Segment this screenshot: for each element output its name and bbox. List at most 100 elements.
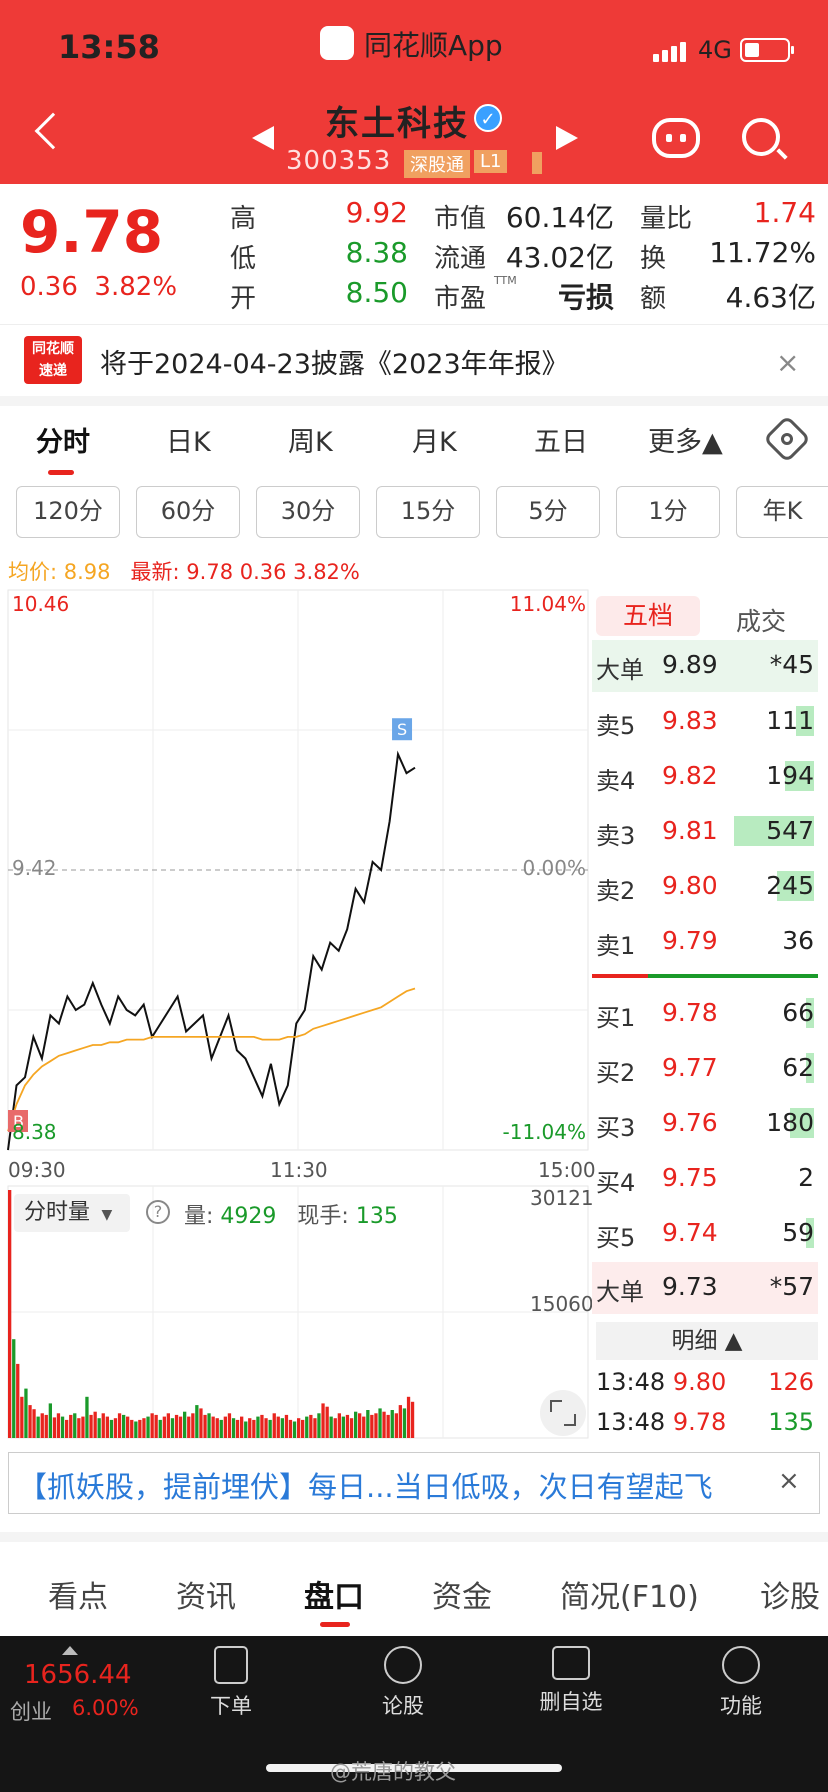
bid-row[interactable]: 买4 9.75 2 xyxy=(592,1153,818,1205)
volume-bar xyxy=(374,1413,378,1438)
tab-more[interactable]: 更多▲ xyxy=(648,420,723,459)
period-30m[interactable]: 30分 xyxy=(256,486,360,538)
quote-value-volratio: 1.74 xyxy=(753,196,816,229)
quote-label-amount: 额 xyxy=(640,284,667,314)
quote-label-pe: 市盈 xyxy=(434,284,487,314)
hand-label: 现手: xyxy=(297,1204,349,1229)
bid-row[interactable]: 买1 9.78 66 xyxy=(592,988,818,1040)
volume-bar xyxy=(89,1414,93,1438)
tab-active-indicator xyxy=(48,470,74,475)
volume-bar xyxy=(358,1413,362,1438)
ask-row[interactable]: 卖5 9.83 111 xyxy=(592,696,818,748)
volume-bar xyxy=(284,1414,289,1438)
volume-bar xyxy=(203,1414,207,1438)
nav-discuss[interactable]: 论股 xyxy=(348,1646,458,1720)
volume-bar xyxy=(244,1421,248,1438)
intraday-chart[interactable]: BS xyxy=(0,588,590,1188)
ask-row[interactable]: 卖4 9.82 194 xyxy=(592,751,818,803)
divider xyxy=(0,396,828,406)
level-tag: L1 xyxy=(474,150,508,173)
tab-news[interactable]: 资讯 xyxy=(176,1572,236,1616)
period-5m[interactable]: 5分 xyxy=(496,486,600,538)
quote-value-open: 8.50 xyxy=(345,276,408,309)
tab-profile[interactable]: 简况(F10) xyxy=(560,1572,699,1616)
trade-qty: 135 xyxy=(768,1408,814,1436)
tab-daily-k[interactable]: 日K xyxy=(166,420,211,459)
trade-price: 9.80 xyxy=(672,1368,727,1396)
volume-bar xyxy=(292,1421,297,1438)
volume-bar xyxy=(297,1418,301,1438)
tab-order-book[interactable]: 五档 xyxy=(596,596,700,636)
ask-row[interactable]: 卖3 9.81 547 xyxy=(592,806,818,858)
period-1m[interactable]: 1分 xyxy=(616,486,720,538)
robot-assistant-icon[interactable] xyxy=(652,118,700,158)
promo-text[interactable]: 【抓妖股，提前埋伏】每日...当日低吸，次日有望起飞 xyxy=(18,1464,713,1506)
bid-row[interactable]: 买5 9.74 59 xyxy=(592,1208,818,1260)
tab-market-depth[interactable]: 盘口 xyxy=(304,1572,364,1616)
volume-bar xyxy=(73,1413,77,1438)
nav-remove-watchlist[interactable]: 删自选 xyxy=(516,1646,626,1716)
volume-bar xyxy=(105,1416,109,1438)
price-summary: 均价: 8.98 最新: 9.78 0.36 3.82% xyxy=(8,556,360,586)
tab-diagnosis[interactable]: 诊股 xyxy=(760,1572,820,1616)
period-year-k[interactable]: 年K xyxy=(736,486,828,538)
big-buy-price: 9.73 xyxy=(662,1272,718,1301)
promo-close-icon[interactable]: × xyxy=(778,1466,800,1496)
quote-value-turnover: 11.72% xyxy=(709,236,816,269)
nav-label: 下单 xyxy=(210,1694,252,1718)
volume-bar xyxy=(97,1418,101,1438)
settings-icon[interactable] xyxy=(762,414,812,464)
volume-bar xyxy=(77,1418,81,1438)
tab-weekly-k[interactable]: 周K xyxy=(288,420,333,459)
signal-icon xyxy=(653,42,689,62)
bid-qty: 66 xyxy=(782,998,814,1027)
volume-bar xyxy=(227,1413,232,1438)
bid-price: 9.78 xyxy=(662,998,718,1027)
prev-stock-icon[interactable] xyxy=(252,126,274,150)
tab-intraday[interactable]: 分时 xyxy=(36,420,90,459)
volume-bar xyxy=(32,1409,36,1438)
battery-icon xyxy=(740,38,794,62)
stock-name: 东土科技 xyxy=(325,104,469,144)
tab-five-day[interactable]: 五日 xyxy=(534,420,588,459)
notice-close-icon[interactable]: × xyxy=(776,346,799,379)
volume-bar xyxy=(211,1416,215,1438)
nav-label: 功能 xyxy=(720,1694,762,1718)
period-120m[interactable]: 120分 xyxy=(16,486,120,538)
volume-bar xyxy=(402,1408,407,1438)
latest-price-label: 最新: 9.78 0.36 3.82% xyxy=(130,560,360,584)
volume-selector[interactable]: 分时量 ▼ xyxy=(14,1194,130,1232)
notice-text[interactable]: 将于2024-04-23披露《2023年年报》 xyxy=(100,342,569,381)
nav-label: 论股 xyxy=(382,1694,424,1718)
period-60m[interactable]: 60分 xyxy=(136,486,240,538)
tab-trades[interactable]: 成交 xyxy=(736,602,786,638)
big-buy-label: 大单 xyxy=(596,1278,644,1306)
bid-row[interactable]: 买3 9.76 180 xyxy=(592,1098,818,1150)
nav-functions[interactable]: 功能 xyxy=(686,1646,796,1720)
nav-place-order[interactable]: 下单 xyxy=(176,1646,286,1720)
search-icon[interactable] xyxy=(742,118,780,156)
period-15m[interactable]: 15分 xyxy=(376,486,480,538)
volume-readout: 量: 4929 现手: 135 xyxy=(184,1198,398,1230)
volume-bar xyxy=(48,1403,52,1438)
news-logo: 同花顺 速递 xyxy=(24,336,82,384)
ask-row[interactable]: 卖1 9.79 36 xyxy=(592,916,818,968)
help-icon[interactable]: ? xyxy=(146,1200,170,1224)
volume-bar xyxy=(341,1416,345,1438)
tab-capital[interactable]: 资金 xyxy=(432,1572,492,1616)
bid-price: 9.75 xyxy=(662,1163,718,1192)
index-value[interactable]: 1656.44 xyxy=(24,1660,132,1690)
index-expand-icon[interactable] xyxy=(62,1646,78,1655)
tab-highlights[interactable]: 看点 xyxy=(48,1572,108,1616)
avg-price-label: 均价: 8.98 xyxy=(8,560,111,584)
volume-bar xyxy=(305,1416,309,1438)
order-doc-icon xyxy=(214,1646,248,1684)
expand-icon[interactable] xyxy=(540,1390,586,1436)
volume-bar xyxy=(219,1419,223,1438)
pct-tick-mid: 0.00% xyxy=(522,856,586,880)
tab-monthly-k[interactable]: 月K xyxy=(412,420,457,459)
bid-row[interactable]: 买2 9.77 62 xyxy=(592,1043,818,1095)
ask-row[interactable]: 卖2 9.80 245 xyxy=(592,861,818,913)
detail-header[interactable]: 明细 ▲ xyxy=(596,1322,818,1360)
next-stock-icon[interactable] xyxy=(556,126,578,150)
